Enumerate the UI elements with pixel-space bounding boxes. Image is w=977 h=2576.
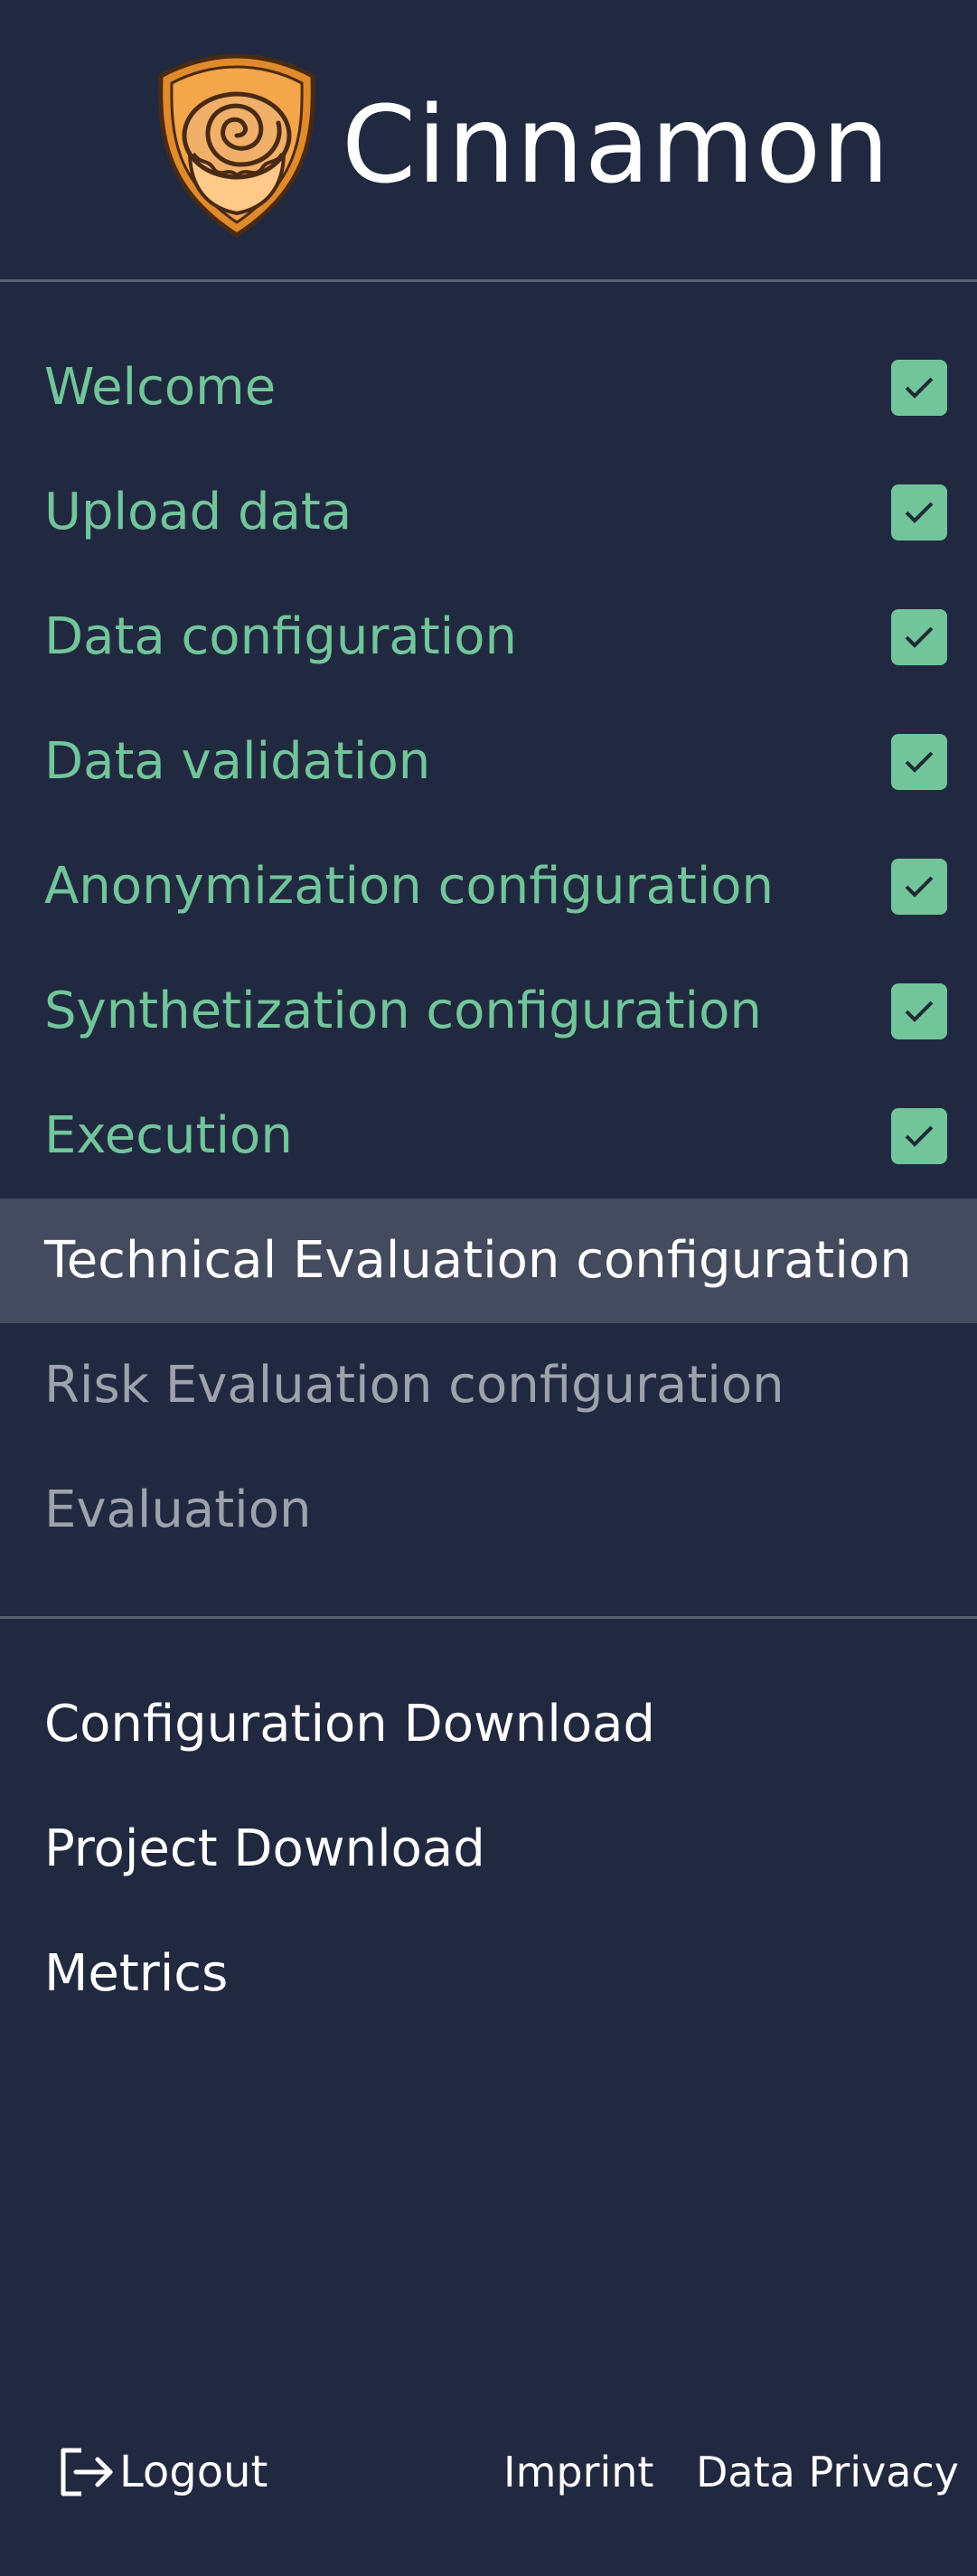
configuration-download-link[interactable]: Configuration Download xyxy=(0,1661,977,1786)
step-list: Welcome Upload data Data configuration D… xyxy=(0,325,977,1573)
step-label: Execution xyxy=(44,1106,293,1165)
step-item-execution[interactable]: Execution xyxy=(0,1074,977,1199)
step-item-welcome[interactable]: Welcome xyxy=(0,325,977,450)
download-links: Configuration Download Project Download … xyxy=(0,1661,977,2035)
data-privacy-link[interactable]: Data Privacy xyxy=(696,2440,959,2504)
step-item-anonymization-configuration[interactable]: Anonymization configuration xyxy=(0,824,977,949)
logout-button[interactable]: Logout xyxy=(56,2440,268,2504)
step-item-synthetization-configuration[interactable]: Synthetization configuration xyxy=(0,949,977,1074)
logout-icon xyxy=(61,2448,113,2496)
step-label: Synthetization configuration xyxy=(44,982,762,1040)
app-header: Cinnamon xyxy=(0,0,977,280)
footer: Logout Imprint Data Privacy xyxy=(0,2422,977,2522)
step-item-data-validation[interactable]: Data validation xyxy=(0,700,977,824)
checkmark-icon xyxy=(891,734,947,790)
steps-divider xyxy=(0,1616,977,1619)
step-label: Data validation xyxy=(44,732,431,791)
step-label: Anonymization configuration xyxy=(44,857,775,916)
step-label: Technical Evaluation configuration xyxy=(44,1231,912,1290)
checkmark-icon xyxy=(891,859,947,915)
step-label: Evaluation xyxy=(44,1481,312,1539)
checkmark-icon xyxy=(891,360,947,416)
checkmark-icon xyxy=(891,609,947,665)
step-item-data-configuration[interactable]: Data configuration xyxy=(0,575,977,700)
metrics-link[interactable]: Metrics xyxy=(0,1911,977,2035)
step-item-evaluation[interactable]: Evaluation xyxy=(0,1448,977,1573)
step-item-risk-evaluation-configuration[interactable]: Risk Evaluation configuration xyxy=(0,1323,977,1448)
step-item-upload-data[interactable]: Upload data xyxy=(0,450,977,575)
checkmark-icon xyxy=(891,1108,947,1164)
logout-label: Logout xyxy=(119,2447,268,2497)
imprint-link[interactable]: Imprint xyxy=(503,2440,653,2504)
project-download-link[interactable]: Project Download xyxy=(0,1786,977,1911)
step-item-technical-evaluation-configuration[interactable]: Technical Evaluation configuration xyxy=(0,1199,977,1323)
app-title: Cinnamon xyxy=(342,82,890,207)
step-label: Data configuration xyxy=(44,607,517,666)
step-label: Risk Evaluation configuration xyxy=(44,1356,784,1415)
step-label: Welcome xyxy=(44,358,277,417)
header-divider xyxy=(0,279,977,282)
checkmark-icon xyxy=(891,484,947,541)
checkmark-icon xyxy=(891,983,947,1039)
cinnamon-roll-shield-icon[interactable] xyxy=(154,52,320,239)
step-label: Upload data xyxy=(44,483,352,541)
